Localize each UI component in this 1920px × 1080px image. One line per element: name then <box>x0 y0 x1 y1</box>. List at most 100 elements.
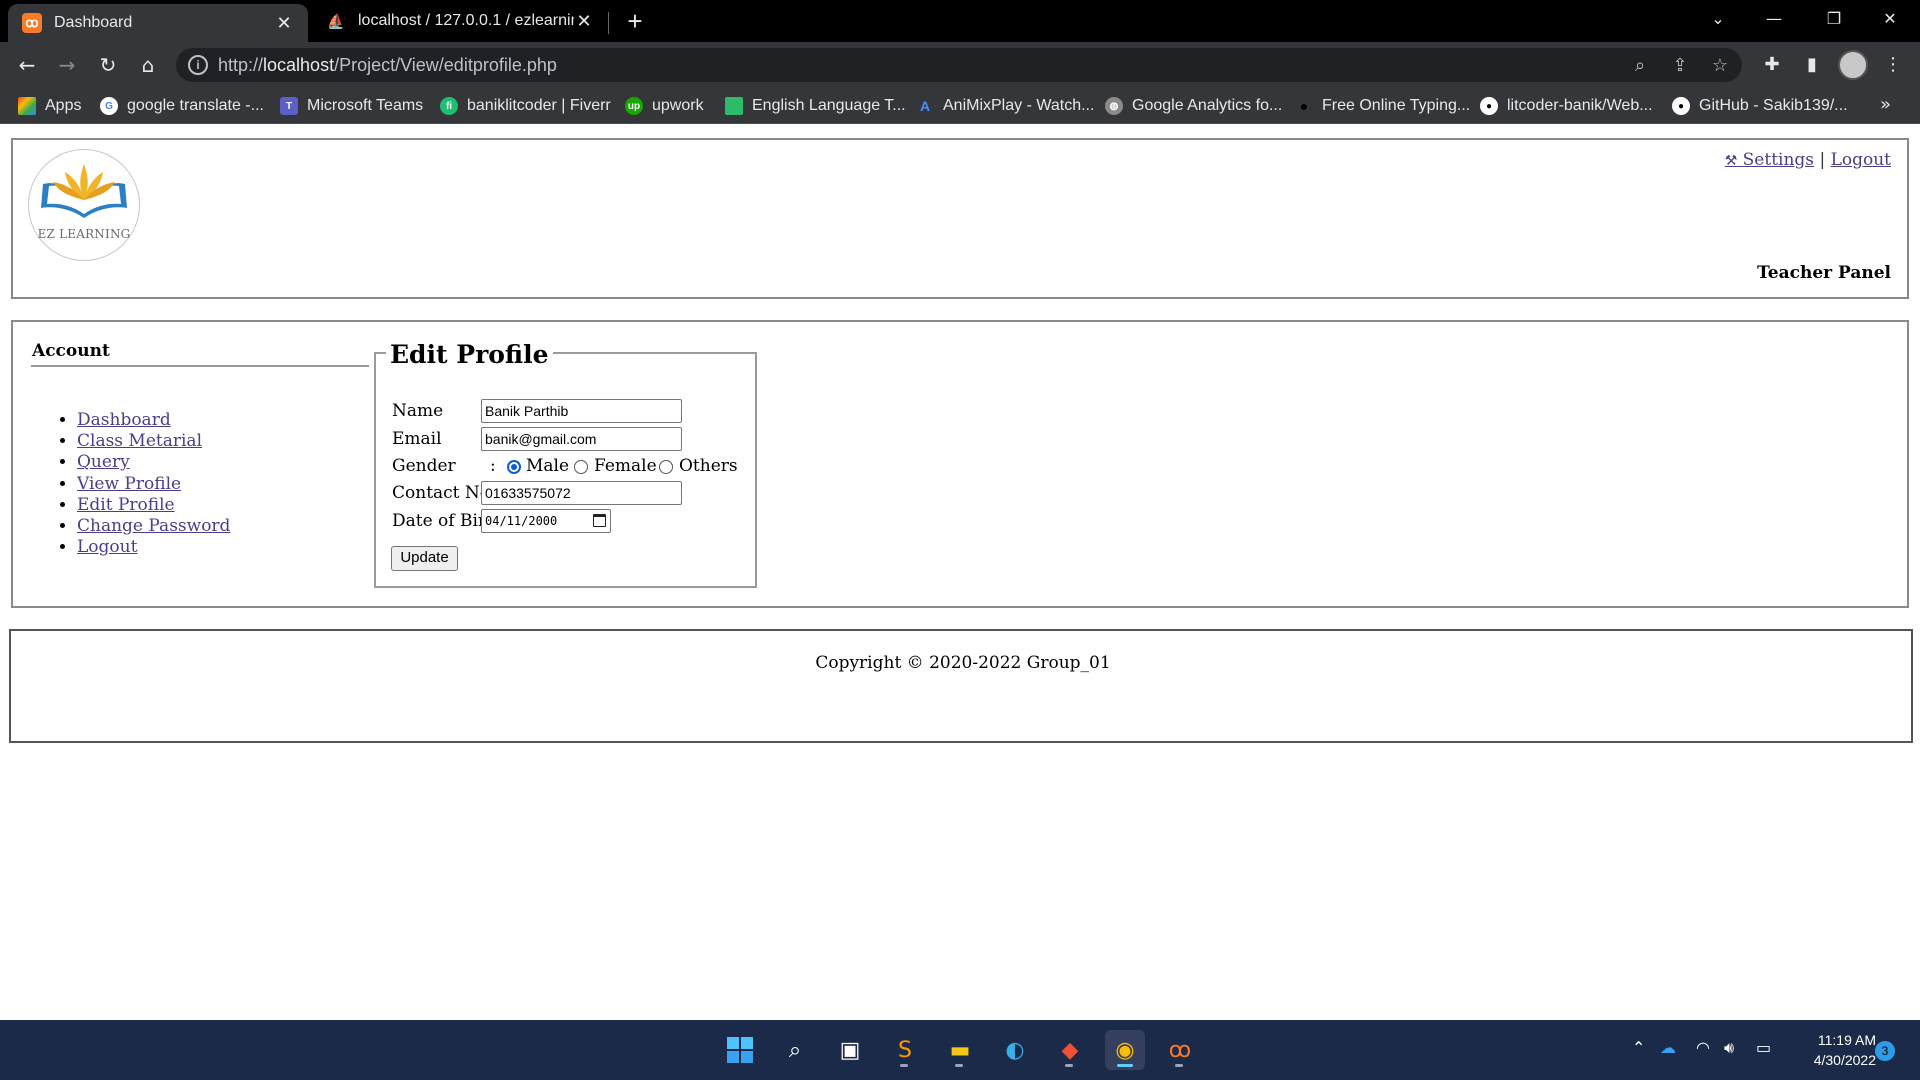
sidebar-item-logout: Logout <box>77 537 230 558</box>
google-icon: G <box>100 97 118 115</box>
reload-icon[interactable]: ↻ <box>93 50 123 80</box>
restore-icon[interactable]: ❐ <box>1806 0 1862 40</box>
top-links: ⚒ Settings | Logout <box>1725 150 1891 170</box>
teams-icon: T <box>280 97 298 115</box>
name-label: Name <box>392 401 444 421</box>
wifi-icon[interactable]: ◠ <box>1696 1038 1710 1057</box>
bookmark-sakib-github[interactable]: ● GitHub - Sakib139/... <box>1672 95 1848 117</box>
task-view-icon[interactable]: ▣ <box>830 1030 870 1070</box>
github-icon: ● <box>1672 97 1690 115</box>
sidebar-link-edit-profile[interactable]: Edit Profile <box>77 495 175 515</box>
header-logout-link[interactable]: Logout <box>1831 150 1891 170</box>
sidebar-link-change-password[interactable]: Change Password <box>77 516 230 536</box>
git-icon[interactable]: ◆ <box>1050 1030 1090 1070</box>
sidebar-item-edit-profile: Edit Profile <box>77 495 230 516</box>
bookmark-upwork[interactable]: up upwork <box>625 95 704 117</box>
more-bookmarks-icon[interactable]: » <box>1880 94 1891 115</box>
site-header: EZ LEARNING ⚒ Settings | Logout Teacher … <box>11 138 1909 299</box>
close-icon[interactable]: ✕ <box>274 13 294 34</box>
sidebar-item-view-profile: View Profile <box>77 474 230 495</box>
address-bar[interactable]: i http://localhost/Project/View/editprof… <box>176 48 1742 82</box>
tab-title: Dashboard <box>54 14 133 31</box>
dob-input[interactable]: 04/11/2000 <box>481 509 611 533</box>
taskbar: ⌕ ▣ S ▬ ◐ ◆ ◉ ꝏ ⌃ ☁ ◠ 🔊︎ ▭ 11:19 AM 4/30… <box>0 1020 1920 1080</box>
sidebar-link-dashboard[interactable]: Dashboard <box>77 410 171 430</box>
bookmark-fiverr[interactable]: fi baniklitcoder | Fiverr <box>440 95 611 117</box>
onedrive-icon[interactable]: ☁ <box>1660 1038 1676 1057</box>
settings-link[interactable]: ⚒ Settings <box>1725 150 1814 170</box>
search-icon[interactable]: ⌕ <box>775 1030 815 1070</box>
edge-icon[interactable]: ◐ <box>995 1030 1035 1070</box>
copyright-text: Copyright © 2020-2022 Group_01 <box>815 653 1111 673</box>
new-tab-button[interactable]: + <box>620 6 650 36</box>
home-icon[interactable]: ⌂ <box>133 50 163 80</box>
menu-icon[interactable]: ⋮ <box>1878 50 1908 80</box>
bookmark-free-typing[interactable]: ● Free Online Typing... <box>1295 95 1470 117</box>
calendar-icon[interactable] <box>593 514 606 527</box>
contact-input[interactable]: 01633575072 <box>481 481 682 505</box>
gender-female-radio[interactable] <box>574 460 588 474</box>
gender-label: Gender <box>392 456 456 476</box>
open-book-logo-icon <box>41 164 127 218</box>
profile-avatar[interactable] <box>1838 50 1868 80</box>
link-separator: | <box>1819 150 1826 170</box>
email-input[interactable]: banik@gmail.com <box>481 427 682 451</box>
xampp-taskbar-icon[interactable]: ꝏ <box>1160 1030 1200 1070</box>
bookmark-icon <box>725 97 743 115</box>
tab-phpmyadmin[interactable]: ⛵ localhost / 127.0.0.1 / ezlearning ✕ <box>312 0 608 42</box>
battery-icon[interactable]: ▭ <box>1756 1038 1771 1057</box>
gender-female-label: Female <box>594 456 657 476</box>
share-icon[interactable]: ⇪ <box>1668 54 1692 78</box>
side-panel-icon[interactable]: ▮ <box>1797 50 1827 80</box>
tab-dashboard[interactable]: ꝏ Dashboard ✕ <box>8 4 308 42</box>
window-close-icon[interactable]: ✕ <box>1862 0 1918 40</box>
bookmark-apps[interactable]: Apps <box>18 95 81 117</box>
sidebar-link-class-metarial[interactable]: Class Metarial <box>77 431 202 451</box>
bookmark-english-language[interactable]: English Language T... <box>725 95 906 117</box>
sidebar-link-logout[interactable]: Logout <box>77 537 137 557</box>
tools-icon: ⚒ <box>1724 153 1738 169</box>
gender-male-label: Male <box>526 456 570 476</box>
bookmark-google-translate[interactable]: G google translate -... <box>100 95 264 117</box>
upwork-icon: up <box>625 97 643 115</box>
notification-badge[interactable]: 3 <box>1875 1041 1895 1061</box>
site-info-icon[interactable]: i <box>188 55 208 75</box>
bookmark-litcoder-github[interactable]: ● litcoder-banik/Web... <box>1480 95 1653 117</box>
zoom-icon[interactable]: ⌕ <box>1628 54 1652 78</box>
volume-icon[interactable]: 🔊︎ <box>1724 1038 1734 1058</box>
globe-icon: ◍ <box>1105 97 1123 115</box>
gender-others-label: Others <box>679 456 738 476</box>
system-clock[interactable]: 11:19 AM 4/30/2022 <box>1786 1030 1876 1070</box>
tab-search-icon[interactable]: ⌄ <box>1690 0 1746 40</box>
extensions-icon[interactable]: ✚ <box>1757 50 1787 80</box>
update-button[interactable]: Update <box>391 546 458 571</box>
running-indicator <box>900 1064 908 1067</box>
forward-icon[interactable]: → <box>52 50 82 80</box>
gender-others-radio[interactable] <box>659 460 673 474</box>
sidebar-item-dashboard: Dashboard <box>77 410 230 431</box>
bookmark-star-icon[interactable]: ☆ <box>1708 54 1732 78</box>
close-icon[interactable]: ✕ <box>574 11 594 32</box>
sidebar-link-view-profile[interactable]: View Profile <box>77 474 181 494</box>
sidebar-divider <box>31 365 369 367</box>
sublime-text-icon[interactable]: S <box>885 1030 925 1070</box>
sidebar-link-query[interactable]: Query <box>77 452 130 472</box>
url-text[interactable]: http://localhost/Project/View/editprofil… <box>218 55 557 76</box>
minimize-icon[interactable]: — <box>1746 0 1802 40</box>
site-footer: Copyright © 2020-2022 Group_01 <box>9 629 1913 743</box>
back-icon[interactable]: ← <box>12 50 42 80</box>
bookmark-microsoft-teams[interactable]: T Microsoft Teams <box>280 95 423 117</box>
chrome-icon[interactable]: ◉ <box>1105 1030 1145 1070</box>
gender-male-radio[interactable] <box>507 460 521 474</box>
sidebar-item-class-metarial: Class Metarial <box>77 431 230 452</box>
bookmark-google-analytics[interactable]: ◍ Google Analytics fo... <box>1105 95 1282 117</box>
github-icon: ● <box>1480 97 1498 115</box>
file-explorer-icon[interactable]: ▬ <box>940 1030 980 1070</box>
browser-tab-bar: ꝏ Dashboard ✕ ⛵ localhost / 127.0.0.1 / … <box>0 0 1920 42</box>
email-label: Email <box>392 429 442 449</box>
show-hidden-icons-icon[interactable]: ⌃ <box>1632 1038 1645 1057</box>
bookmark-animixplay[interactable]: A AniMixPlay - Watch... <box>916 95 1095 117</box>
start-icon[interactable] <box>720 1030 760 1070</box>
name-input[interactable]: Banik Parthib <box>481 399 682 423</box>
dob-value: 04/11/2000 <box>485 514 558 528</box>
